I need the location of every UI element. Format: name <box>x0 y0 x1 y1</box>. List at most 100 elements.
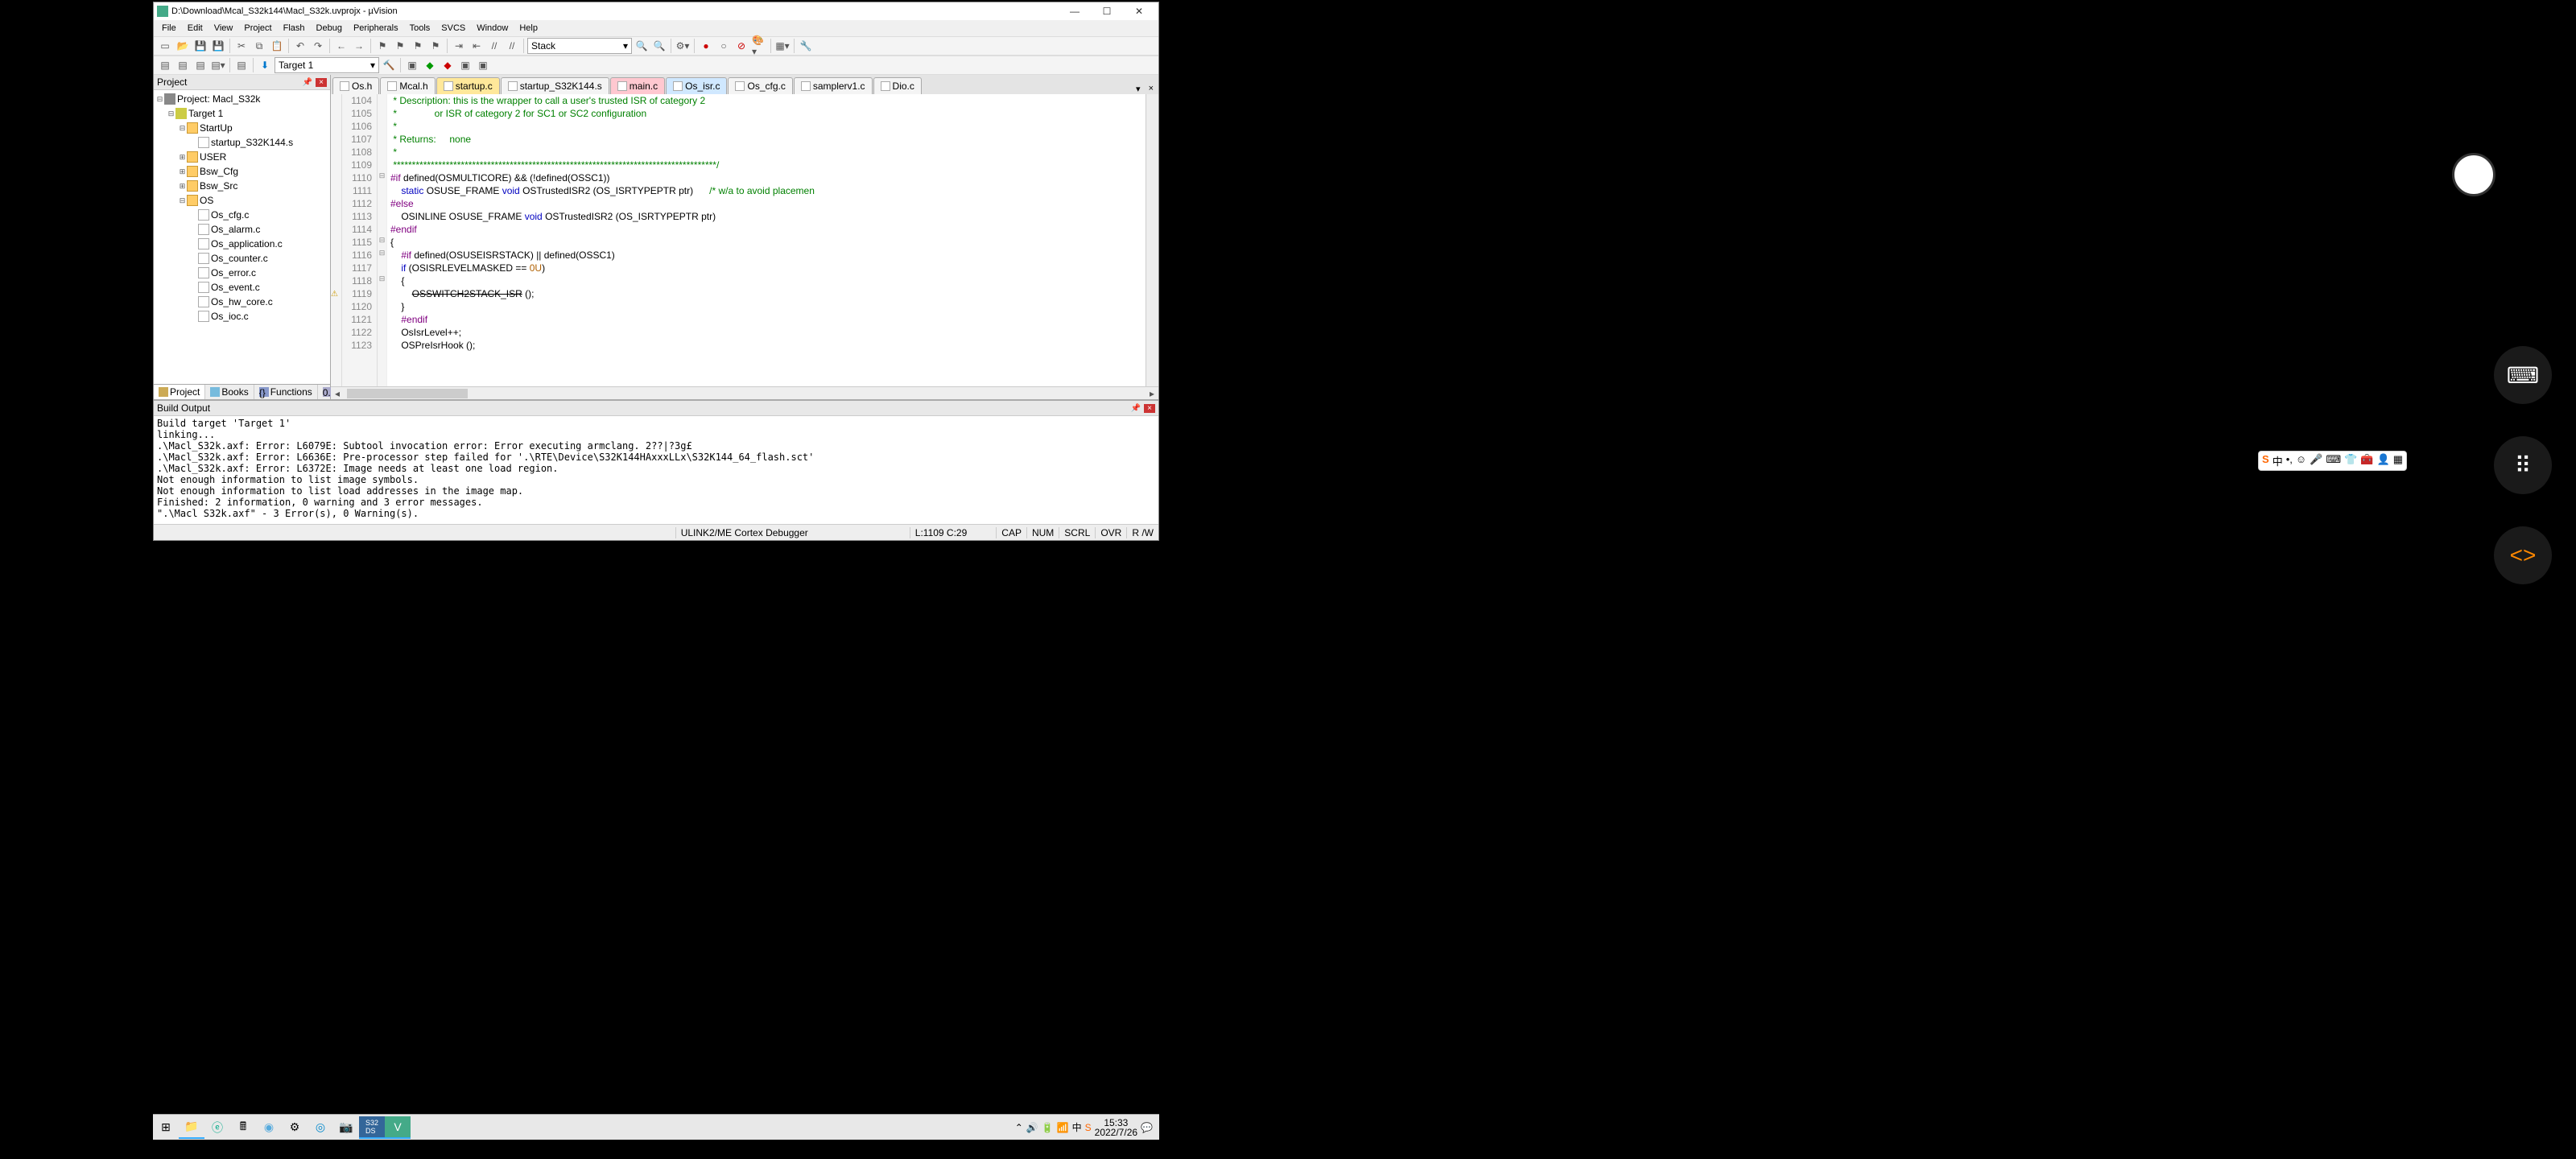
menu-file[interactable]: File <box>157 23 181 33</box>
tray-volume-icon[interactable]: 🔊 <box>1026 1122 1038 1133</box>
ime-emoji-icon[interactable]: ☺ <box>2296 453 2306 468</box>
ime-tool-icon[interactable]: 🧰 <box>2360 453 2373 468</box>
editor-tab[interactable]: Os_cfg.c <box>728 77 792 94</box>
taskbar-ie[interactable]: ⓔ <box>204 1116 230 1139</box>
manage-rte-icon[interactable]: ◆ <box>422 57 438 73</box>
editor-tab-close-icon[interactable]: × <box>1146 84 1157 94</box>
maximize-button[interactable]: ☐ <box>1091 6 1123 17</box>
editor-tab[interactable]: startup.c <box>436 77 500 94</box>
open-file-icon[interactable]: 📂 <box>175 38 191 54</box>
tree-item[interactable]: ⊟OS <box>155 193 328 208</box>
bookmark-clear-icon[interactable]: ⚑ <box>427 38 444 54</box>
build-pin-icon[interactable]: 📌 <box>1128 404 1144 413</box>
comment-icon[interactable]: // <box>486 38 502 54</box>
build-output-text[interactable]: Build target 'Target 1' linking... .\Mac… <box>154 416 1158 524</box>
code-editor[interactable]: 1104110511061107110811091110111111121113… <box>331 94 1158 386</box>
ime-lang[interactable]: 中 <box>2273 453 2283 468</box>
bookmark-next-icon[interactable]: ⚑ <box>410 38 426 54</box>
taskbar-camera[interactable]: 📷 <box>333 1116 359 1139</box>
menu-debug[interactable]: Debug <box>312 23 347 33</box>
side-dots-icon[interactable]: ⠿ <box>2494 436 2552 494</box>
window-icon[interactable]: ▦▾ <box>774 38 791 54</box>
record-icon[interactable]: ● <box>698 38 714 54</box>
tree-item[interactable]: Os_application.c <box>155 237 328 251</box>
record3-icon[interactable]: ⊘ <box>733 38 749 54</box>
ime-grid-icon[interactable]: ▦ <box>2393 453 2403 468</box>
new-file-icon[interactable]: ▭ <box>157 38 173 54</box>
tray-sogou-icon[interactable]: S <box>1085 1122 1092 1133</box>
paste-icon[interactable]: 📋 <box>269 38 285 54</box>
find-combo[interactable]: Stack▾ <box>527 38 632 54</box>
taskbar-app1[interactable]: ◉ <box>256 1116 282 1139</box>
bookmark-prev-icon[interactable]: ⚑ <box>392 38 408 54</box>
tree-item[interactable]: ⊟Project: Macl_S32k <box>155 92 328 106</box>
menu-svcs[interactable]: SVCS <box>436 23 470 33</box>
outdent-icon[interactable]: ⇤ <box>469 38 485 54</box>
target-combo[interactable]: Target 1▾ <box>275 57 379 73</box>
tree-item[interactable]: Os_event.c <box>155 280 328 295</box>
tree-item[interactable]: ⊞Bsw_Src <box>155 179 328 193</box>
bookmark-icon[interactable]: ⚑ <box>374 38 390 54</box>
editor-tab[interactable]: Os_isr.c <box>666 77 727 94</box>
taskbar-uvision[interactable]: V <box>385 1116 411 1139</box>
menu-tools[interactable]: Tools <box>405 23 436 33</box>
editor-tab[interactable]: samplerv1.c <box>794 77 873 94</box>
tree-item[interactable]: Os_counter.c <box>155 251 328 266</box>
tray-wifi-icon[interactable]: 📶 <box>1057 1122 1069 1133</box>
side-keyboard-icon[interactable]: ⌨ <box>2494 346 2552 404</box>
cut-icon[interactable]: ✂ <box>233 38 250 54</box>
save-all-icon[interactable]: 💾 <box>210 38 226 54</box>
minimize-button[interactable]: — <box>1059 6 1091 17</box>
tree-item[interactable]: Os_alarm.c <box>155 222 328 237</box>
debug-config-icon[interactable]: ⚙▾ <box>675 38 691 54</box>
indent-icon[interactable]: ⇥ <box>451 38 467 54</box>
redo-icon[interactable]: ↷ <box>310 38 326 54</box>
find-in-files-icon[interactable]: 🔍 <box>651 38 667 54</box>
books-icon[interactable]: ▣ <box>457 57 473 73</box>
copy-icon[interactable]: ⧉ <box>251 38 267 54</box>
tab-books[interactable]: Books <box>205 385 254 399</box>
tray-clock[interactable]: 15:332022/7/26 <box>1095 1118 1137 1137</box>
taskbar-explorer[interactable]: 📁 <box>179 1116 204 1139</box>
tree-item[interactable]: startup_S32K144.s <box>155 135 328 150</box>
nav-back-icon[interactable]: ← <box>333 38 349 54</box>
taskbar-edge[interactable]: ◎ <box>308 1116 333 1139</box>
tree-item[interactable]: Os_error.c <box>155 266 328 280</box>
taskbar-s32ds[interactable]: S32DS <box>359 1116 385 1139</box>
tree-item[interactable]: Os_ioc.c <box>155 309 328 324</box>
editor-tab[interactable]: Mcal.h <box>380 77 435 94</box>
menu-edit[interactable]: Edit <box>183 23 208 33</box>
editor-vscroll[interactable] <box>1146 94 1158 386</box>
translate-icon[interactable]: ▤ <box>157 57 173 73</box>
ime-keyboard-icon[interactable]: ⌨ <box>2326 453 2341 468</box>
manage-env-icon[interactable]: ▣ <box>404 57 420 73</box>
tree-item[interactable]: ⊟Target 1 <box>155 106 328 121</box>
uncomment-icon[interactable]: // <box>504 38 520 54</box>
build-close-icon[interactable]: × <box>1144 404 1155 413</box>
side-code-icon[interactable]: <> <box>2494 526 2552 584</box>
tray-battery-icon[interactable]: 🔋 <box>1042 1122 1054 1133</box>
editor-tab[interactable]: startup_S32K144.s <box>501 77 609 94</box>
palette-icon[interactable]: 🎨▾ <box>751 38 767 54</box>
build-icon[interactable]: ▤ <box>175 57 191 73</box>
tree-item[interactable]: ⊞Bsw_Cfg <box>155 164 328 179</box>
tree-item[interactable]: ⊟StartUp <box>155 121 328 135</box>
editor-hscroll[interactable]: ◂▸ <box>331 386 1158 399</box>
download-icon[interactable]: ⬇ <box>257 57 273 73</box>
undo-icon[interactable]: ↶ <box>292 38 308 54</box>
project-tree[interactable]: ⊟Project: Macl_S32k⊟Target 1⊟StartUpstar… <box>154 90 330 384</box>
pin-icon[interactable]: 📌 <box>299 78 316 87</box>
nav-fwd-icon[interactable]: → <box>351 38 367 54</box>
taskbar-settings[interactable]: ⚙ <box>282 1116 308 1139</box>
tree-item[interactable]: Os_cfg.c <box>155 208 328 222</box>
tray-chevron-icon[interactable]: ⌃ <box>1015 1122 1023 1133</box>
tree-item[interactable]: Os_hw_core.c <box>155 295 328 309</box>
tab-functions[interactable]: {}Functions <box>254 385 318 399</box>
floating-assist-button[interactable] <box>2452 153 2496 196</box>
record2-icon[interactable]: ○ <box>716 38 732 54</box>
pack-installer-icon[interactable]: ◆ <box>440 57 456 73</box>
tray-notifications-icon[interactable]: 💬 <box>1141 1122 1153 1133</box>
menu-flash[interactable]: Flash <box>279 23 310 33</box>
ime-voice-icon[interactable]: 🎤 <box>2310 453 2322 468</box>
tray-ime-icon[interactable]: 中 <box>1072 1120 1082 1134</box>
